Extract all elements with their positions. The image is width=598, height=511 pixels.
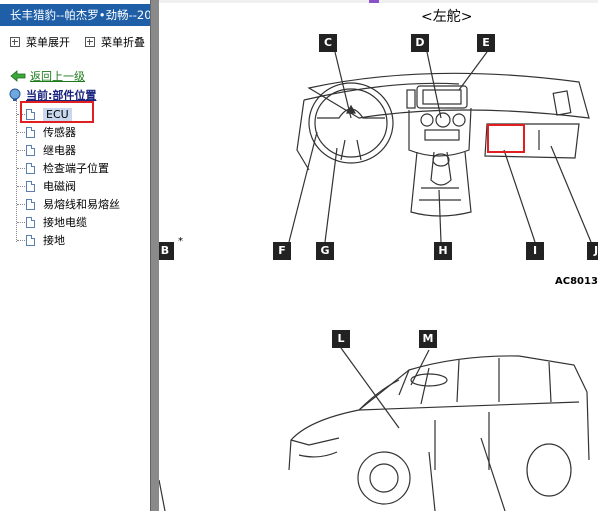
menu-toolbar: 菜单展开 菜单折叠 [0, 34, 150, 52]
tree-item-relays[interactable]: 继电器 [0, 141, 150, 159]
callout-e: E [477, 34, 495, 52]
tree-item-ground[interactable]: 接地 [0, 231, 150, 249]
document-icon [26, 198, 35, 210]
document-icon [26, 180, 35, 192]
callout-c: C [319, 34, 337, 52]
back-arrow-icon [10, 70, 26, 82]
tree-item-label: 传感器 [43, 126, 76, 139]
asterisk-note: * [178, 236, 183, 247]
current-location-label: 当前:部件位置 [26, 89, 97, 102]
nav-tree: ECU 传感器 继电器 检查端子位置 电磁阀 易熔线和易熔丝 接地电缆 接地 [0, 105, 150, 249]
tree-item-label: 易熔线和易熔丝 [43, 198, 120, 211]
tree-item-ecu[interactable]: ECU [0, 105, 150, 123]
callout-g: G [316, 242, 334, 260]
tree-item-label: 继电器 [43, 144, 76, 157]
callout-h: H [434, 242, 452, 260]
back-link[interactable]: 返回上一级 [10, 68, 85, 84]
document-icon [26, 144, 35, 156]
tree-item-solenoid-valves[interactable]: 电磁阀 [0, 177, 150, 195]
document-icon [26, 126, 35, 138]
menu-collapse-label: 菜单折叠 [101, 36, 145, 49]
document-icon [26, 216, 35, 228]
tree-item-fusible-links[interactable]: 易熔线和易熔丝 [0, 195, 150, 213]
tree-item-terminal-positions[interactable]: 检查端子位置 [0, 159, 150, 177]
tree-item-label: 接地电缆 [43, 216, 87, 229]
document-icon [26, 162, 35, 174]
globe-icon [9, 88, 21, 101]
callout-i: I [526, 242, 544, 260]
current-location: 当前:部件位置 [8, 87, 96, 103]
callout-l: L [332, 330, 350, 348]
figure-code: AC80137 [555, 276, 598, 287]
tree-item-label: ECU [43, 107, 72, 121]
callout-j: J [587, 242, 598, 260]
tree-item-label: 接地 [43, 234, 65, 247]
menu-collapse-button[interactable]: 菜单折叠 [85, 34, 145, 50]
tree-item-sensors[interactable]: 传感器 [0, 123, 150, 141]
callout-m: M [419, 330, 437, 348]
document-icon [26, 108, 35, 120]
window-title: 长丰猎豹--帕杰罗•劲畅--20 [0, 4, 150, 26]
pane-splitter[interactable] [150, 0, 159, 511]
callout-b: B [159, 242, 174, 260]
expand-icon [10, 37, 20, 47]
tree-item-ground-cables[interactable]: 接地电缆 [0, 213, 150, 231]
document-viewer: <左舵> C D E F G H I J B * AC8013 L M [159, 0, 598, 511]
ecu-location-highlight [487, 124, 525, 153]
menu-expand-button[interactable]: 菜单展开 [10, 34, 70, 50]
collapse-icon [85, 37, 95, 47]
document-icon [26, 234, 35, 246]
tree-item-label: 电磁阀 [43, 180, 76, 193]
tree-item-label: 检查端子位置 [43, 162, 109, 175]
callout-f: F [273, 242, 291, 260]
callout-d: D [411, 34, 429, 52]
menu-expand-label: 菜单展开 [26, 36, 70, 49]
back-link-label: 返回上一级 [30, 70, 85, 83]
navigation-pane: 长丰猎豹--帕杰罗•劲畅--20 菜单展开 菜单折叠 返回上一级 当前:部件位置… [0, 0, 150, 511]
